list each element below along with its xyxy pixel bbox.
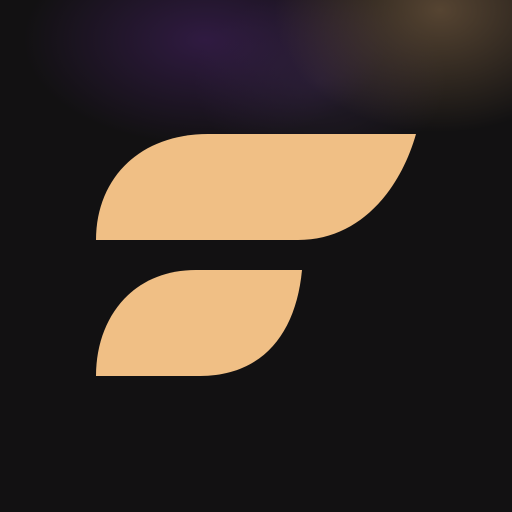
logo-upper-leaf [96,134,416,240]
logo-lower-leaf [96,270,302,376]
app-icon [0,0,512,512]
stylized-f-logo-icon [96,134,416,376]
